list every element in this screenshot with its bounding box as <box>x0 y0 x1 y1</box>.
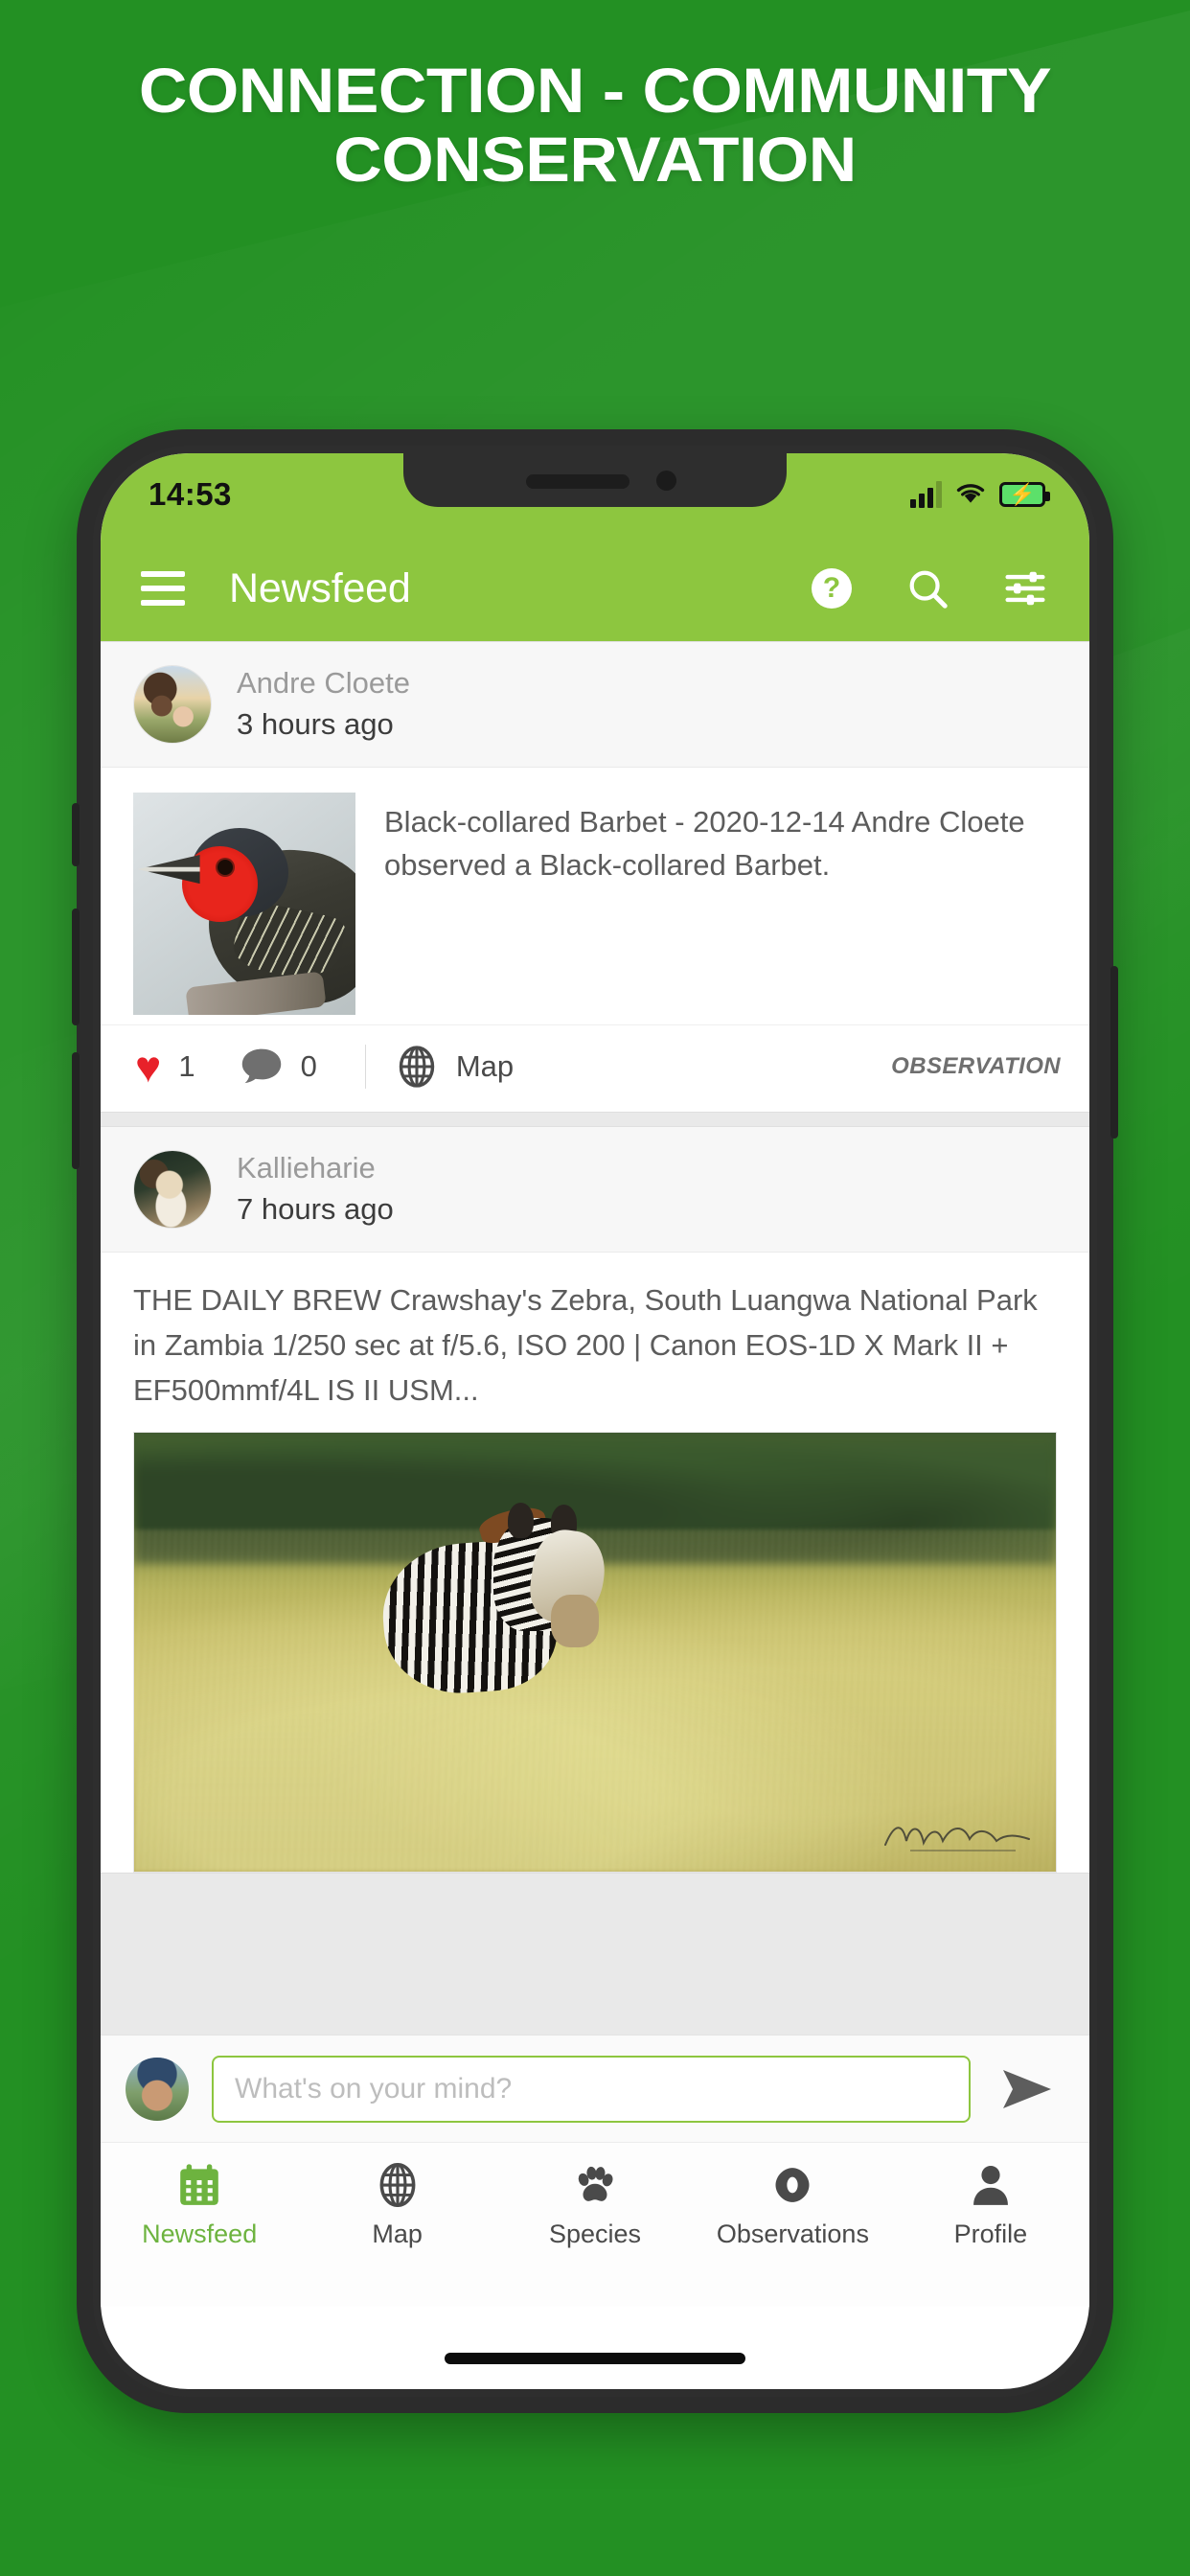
post-meta: Andre Cloete 3 hours ago <box>237 663 410 746</box>
app-bar-actions: ? <box>812 566 1047 610</box>
hamburger-menu-icon[interactable] <box>141 571 185 606</box>
comment-composer[interactable] <box>101 2035 1089 2142</box>
paw-print-icon <box>571 2160 619 2210</box>
phone-screen: 14:53 ⚡ Newsfeed ? Andre Cloete 3 hours … <box>101 453 1089 2389</box>
zebra-subject <box>378 1494 623 1698</box>
post-card[interactable]: Andre Cloete 3 hours ago Black-collared … <box>101 641 1089 1113</box>
action-divider <box>364 1045 366 1089</box>
phone-mute-switch <box>72 803 80 866</box>
like-count: 1 <box>178 1049 195 1083</box>
earpiece-speaker <box>526 474 629 489</box>
status-bar: 14:53 ⚡ <box>101 453 1089 536</box>
photographer-signature-watermark <box>884 1827 1030 1852</box>
help-circle-icon[interactable]: ? <box>812 568 852 609</box>
post-text: Black-collared Barbet - 2020-12-14 Andre… <box>384 805 1025 882</box>
tune-sliders-icon[interactable] <box>1003 567 1047 610</box>
post-header[interactable]: Andre Cloete 3 hours ago <box>101 642 1089 768</box>
nav-item-species[interactable]: Species <box>496 2160 694 2249</box>
post-actions: ♥ 1 0 Map OBSERVATION <box>101 1024 1089 1112</box>
status-badge: OBSERVATION <box>891 1053 1061 1079</box>
post-header[interactable]: Kallieharie 7 hours ago <box>101 1127 1089 1253</box>
nav-label-observations: Observations <box>716 2220 869 2248</box>
battery-charging-icon: ⚡ <box>999 482 1050 507</box>
home-indicator[interactable] <box>445 2353 745 2364</box>
nav-label-newsfeed: Newsfeed <box>142 2220 258 2248</box>
post-text: THE DAILY BREW Crawshay's Zebra, South L… <box>133 1283 1038 1407</box>
nav-label-map: Map <box>372 2220 423 2248</box>
promo-headline-line-1: CONNECTION - COMMUNITY <box>138 55 1052 126</box>
post-meta: Kallieharie 7 hours ago <box>237 1148 394 1230</box>
eye-icon <box>768 2160 816 2210</box>
front-camera <box>656 471 676 491</box>
nav-label-profile: Profile <box>953 2220 1028 2248</box>
map-label: Map <box>455 1049 515 1083</box>
post-thumbnail-image[interactable] <box>133 793 355 1015</box>
post-author[interactable]: Kallieharie <box>237 1148 394 1188</box>
post-image[interactable] <box>133 1432 1057 1873</box>
signal-bars-icon <box>910 481 942 508</box>
post-body: Black-collared Barbet - 2020-12-14 Andre… <box>101 768 1089 1024</box>
promo-headline: CONNECTION - COMMUNITY CONSERVATION <box>0 56 1190 194</box>
post-author[interactable]: Andre Cloete <box>237 663 410 703</box>
status-bar-icons: ⚡ <box>910 480 1050 510</box>
promo-headline-line-2: CONSERVATION <box>333 124 857 195</box>
calendar-icon <box>175 2160 223 2210</box>
avatar[interactable] <box>133 665 212 744</box>
status-bar-clock: 14:53 <box>149 476 232 512</box>
comment-action[interactable]: 0 <box>240 1046 317 1087</box>
globe-icon <box>374 2160 422 2210</box>
current-user-avatar[interactable] <box>126 2057 189 2121</box>
nav-label-species: Species <box>548 2220 642 2248</box>
nav-item-map[interactable]: Map <box>298 2160 495 2249</box>
globe-icon[interactable] <box>395 1045 439 1089</box>
map-action[interactable]: Map <box>395 1045 514 1089</box>
nav-item-profile[interactable]: Profile <box>892 2160 1089 2249</box>
send-arrow-icon[interactable] <box>994 2066 1061 2112</box>
page-title: Newsfeed <box>229 564 411 611</box>
search-icon[interactable] <box>905 566 950 610</box>
person-icon <box>967 2160 1015 2210</box>
like-action[interactable]: ♥ 1 <box>135 1045 195 1089</box>
phone-notch <box>403 453 787 507</box>
nav-item-observations[interactable]: Observations <box>694 2160 891 2249</box>
app-bar: Newsfeed ? <box>101 536 1089 641</box>
comment-count: 0 <box>300 1049 317 1083</box>
phone-volume-down-button <box>72 1052 80 1169</box>
comment-bubble-icon[interactable] <box>240 1046 284 1087</box>
nav-item-newsfeed[interactable]: Newsfeed <box>101 2160 298 2249</box>
post-timestamp: 3 hours ago <box>237 707 394 741</box>
phone-mockup: 14:53 ⚡ Newsfeed ? Andre Cloete 3 hours … <box>72 429 1118 2413</box>
phone-power-button <box>1110 966 1118 1138</box>
wifi-icon <box>954 480 987 510</box>
phone-volume-up-button <box>72 908 80 1025</box>
post-input[interactable] <box>212 2055 971 2123</box>
heart-icon[interactable]: ♥ <box>135 1045 161 1089</box>
bottom-navigation[interactable]: Newsfeed Map Species Observations Profil… <box>101 2142 1089 2307</box>
newsfeed-list[interactable]: Andre Cloete 3 hours ago Black-collared … <box>101 641 1089 2142</box>
post-card[interactable]: Kallieharie 7 hours ago THE DAILY BREW C… <box>101 1126 1089 1874</box>
post-timestamp: 7 hours ago <box>237 1192 394 1226</box>
avatar[interactable] <box>133 1150 212 1229</box>
